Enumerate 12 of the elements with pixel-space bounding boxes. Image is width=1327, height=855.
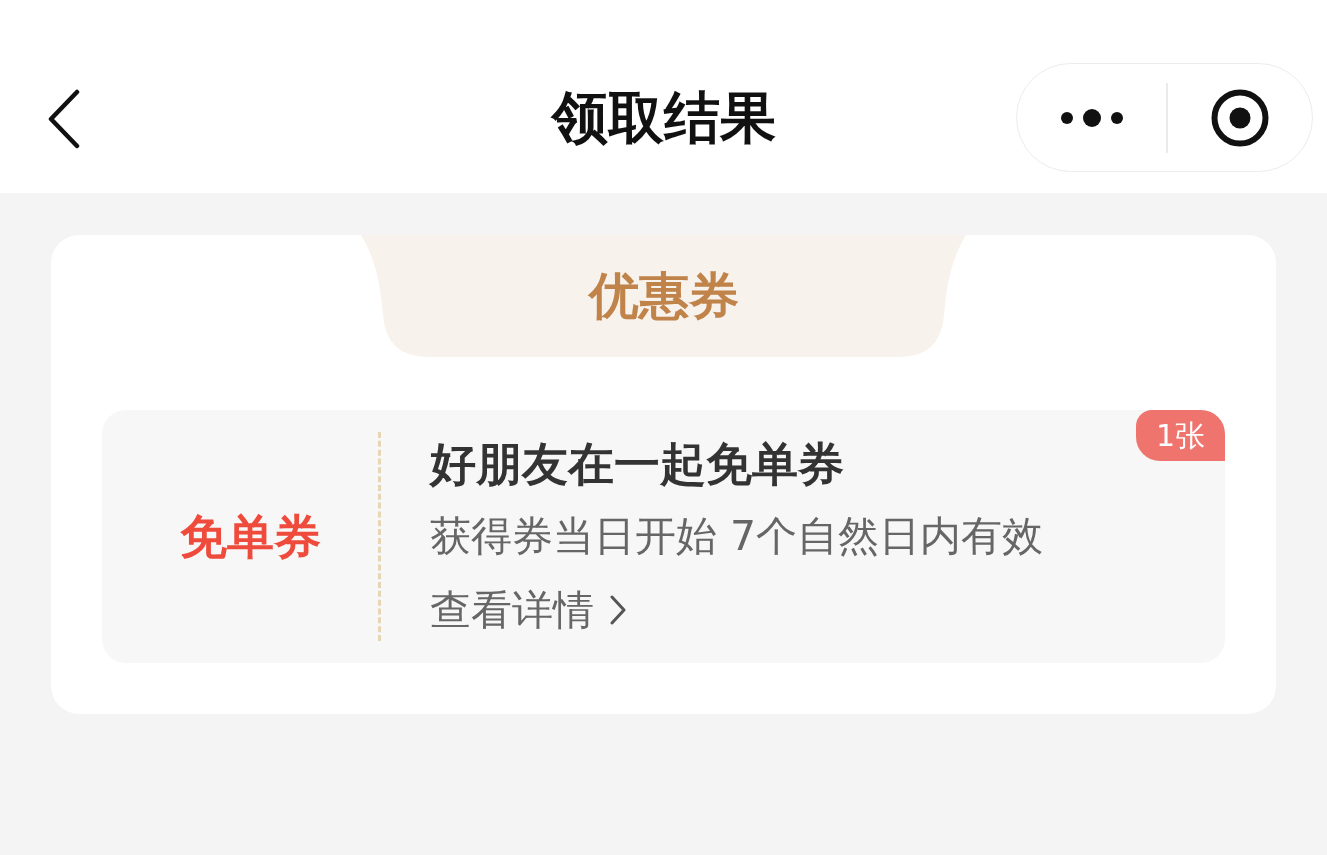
count-badge: 1张 [1135,410,1225,461]
coupon-title: 好朋友在一起免单券 [430,437,844,490]
coupon-validity: 获得券当日开始 7个自然日内有效 [430,510,1044,562]
more-dots-icon [1059,107,1124,128]
coupon-type-label: 免单券 [179,508,321,565]
chevron-right-icon [610,594,626,625]
details-link[interactable]: 查看详情 [430,583,626,636]
page-title: 领取结果 [551,84,776,151]
back-button[interactable] [46,89,80,149]
section-heading: 优惠券 [588,266,739,326]
target-icon [1211,88,1269,147]
back-chevron-icon [46,89,80,149]
